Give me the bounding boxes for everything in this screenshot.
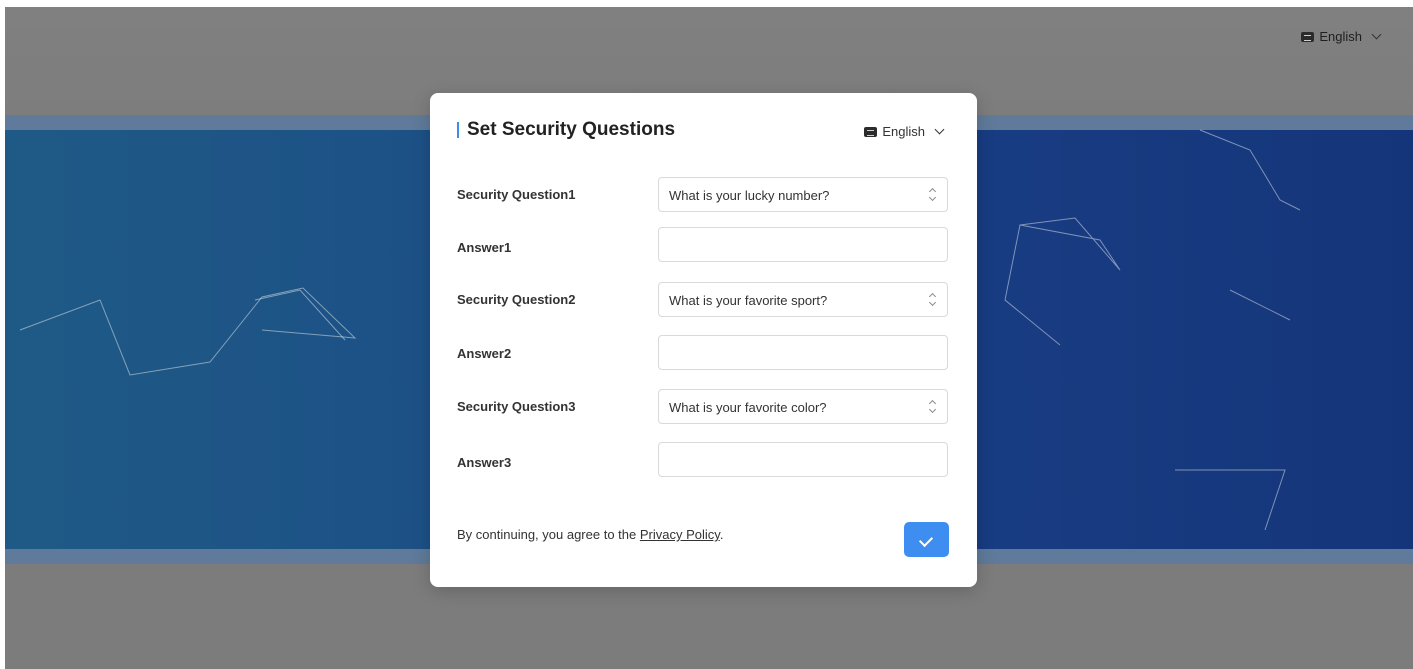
security-question-2-row: Security Question2 What is your favorite… — [457, 282, 950, 319]
security-question-3-row: Security Question3 What is your favorite… — [457, 389, 950, 426]
security-question-3-value: What is your favorite color? — [669, 400, 827, 415]
answer-2-row: Answer2 — [457, 335, 950, 372]
chevron-down-icon — [934, 124, 945, 135]
answer-1-row: Answer1 — [457, 227, 950, 264]
security-question-2-value: What is your favorite sport? — [669, 293, 828, 308]
answer-3-label: Answer3 — [457, 455, 512, 470]
security-questions-dialog: Set Security Questions English Security … — [430, 93, 977, 587]
answer-3-row: Answer3 — [457, 442, 950, 479]
select-updown-icon — [929, 399, 937, 415]
security-question-1-value: What is your lucky number? — [669, 188, 830, 203]
security-question-1-select[interactable]: What is your lucky number? — [658, 177, 948, 212]
privacy-policy-link[interactable]: Privacy Policy — [640, 527, 720, 542]
title-accent-bar — [457, 122, 459, 138]
answer-1-input[interactable] — [658, 227, 948, 262]
language-label: English — [882, 124, 925, 139]
answer-3-input[interactable] — [658, 442, 948, 477]
language-selector[interactable]: English — [1301, 29, 1382, 44]
security-question-1-label: Security Question1 — [457, 187, 576, 202]
select-updown-icon — [929, 187, 937, 203]
answer-1-label: Answer1 — [457, 240, 512, 255]
consent-prefix: By continuing, you agree to the — [457, 527, 640, 542]
dialog-header: Set Security Questions — [457, 119, 675, 141]
privacy-consent-text: By continuing, you agree to the Privacy … — [457, 527, 723, 542]
language-icon — [1301, 31, 1315, 42]
chevron-down-icon — [1371, 29, 1382, 40]
select-updown-icon — [929, 292, 937, 308]
security-question-3-label: Security Question3 — [457, 399, 576, 414]
security-question-1-row: Security Question1 What is your lucky nu… — [457, 177, 950, 214]
dialog-title: Set Security Questions — [467, 119, 676, 140]
check-icon — [918, 532, 934, 548]
security-question-2-select[interactable]: What is your favorite sport? — [658, 282, 948, 317]
answer-2-input[interactable] — [658, 335, 948, 370]
security-question-3-select[interactable]: What is your favorite color? — [658, 389, 948, 424]
security-question-2-label: Security Question2 — [457, 292, 576, 307]
language-label: English — [1319, 29, 1362, 44]
dialog-language-selector[interactable]: English — [864, 124, 945, 139]
confirm-button[interactable] — [904, 522, 949, 557]
answer-2-label: Answer2 — [457, 346, 512, 361]
consent-suffix: . — [719, 527, 724, 542]
language-icon — [864, 126, 878, 137]
